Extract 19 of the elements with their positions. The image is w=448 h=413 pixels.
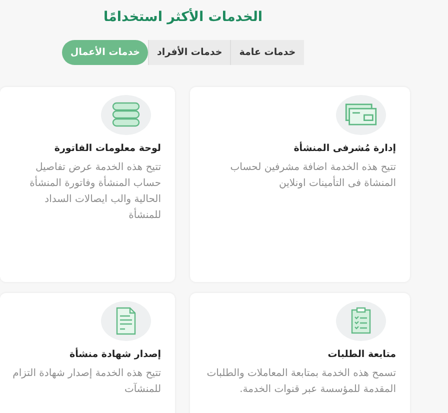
coins-icon xyxy=(111,101,141,129)
checklist-icon xyxy=(350,307,372,335)
service-description: تتيح هذه الخدمة عرض تفاصيل حساب المنشأة وفاتورة المنشأة الحالية والب ايصالات السداد للمنشأة xyxy=(28,161,161,223)
document-icon xyxy=(115,307,137,335)
service-description: تتيح هذه الخدمة إصدار شهادة التزام للمنشآت xyxy=(12,367,161,397)
service-card[interactable]: إدارة مُشرفى المنشأة تتيح هذه الخدمة اضافة مشرفين لحساب المنشاة فى التأمينات اونلاين xyxy=(190,87,410,282)
service-card[interactable]: إصدار شهادة منشأة تتيح هذه الخدمة إصدار شهادة التزام للمنشآت xyxy=(0,293,175,413)
category-tab[interactable]: خدمات الأفراد xyxy=(148,40,230,65)
section-title: الخدمات الأكثر استخدامًا xyxy=(103,9,263,25)
service-card[interactable]: لوحة معلومات الفاتورة تتيح هذه الخدمة عرض تفاصيل حساب المنشأة وفاتورة المنشأة الحالية والب ايصالات السداد للمنشأة xyxy=(0,87,175,282)
service-title: إصدار شهادة منشأة xyxy=(68,349,161,360)
service-title: لوحة معلومات الفاتورة xyxy=(53,143,161,154)
service-description: تسمح هذه الخدمة بمتابعة المعاملات والطلبات المقدمة للمؤسسة عبر قنوات الخدمة. xyxy=(206,367,396,397)
service-title: متابعة الطلبات xyxy=(326,349,396,360)
service-title: إدارة مُشرفى المنشأة xyxy=(292,143,396,154)
service-description: تتيح هذه الخدمة اضافة مشرفين لحساب المنشاة فى التأمينات اونلاين xyxy=(229,161,396,191)
cards-icon xyxy=(344,102,378,128)
service-card[interactable]: متابعة الطلبات تسمح هذه الخدمة بمتابعة المعاملات والطلبات المقدمة للمؤسسة عبر قنوات الخدمة. xyxy=(190,293,410,413)
category-tab[interactable]: خدمات عامة xyxy=(230,40,304,65)
